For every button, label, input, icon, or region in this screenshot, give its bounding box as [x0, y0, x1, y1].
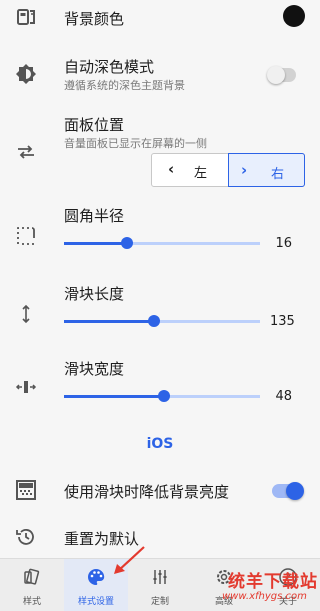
- setting-dim-background[interactable]: 使用滑块时降低背景亮度: [0, 470, 320, 510]
- slider-value: 16: [275, 236, 292, 251]
- setting-title: 滑块长度: [64, 285, 125, 303]
- setting-title: 自动深色模式: [64, 58, 155, 76]
- position-right-label: 右: [271, 167, 285, 182]
- restore-icon: [14, 525, 38, 549]
- chevron-right-icon: ›: [241, 161, 248, 179]
- auto-dark-toggle[interactable]: [267, 66, 296, 84]
- site-watermark: 统羊下载站 www.xfhygs.com: [218, 567, 318, 609]
- setting-title: 滑块宽度: [64, 360, 125, 378]
- position-right-button[interactable]: › 右: [228, 153, 305, 187]
- slider-fill: [64, 320, 155, 323]
- slider-width-slider[interactable]: [64, 390, 260, 402]
- nav-label: 样式设置: [77, 597, 114, 607]
- horizontal-resize-icon: [14, 375, 38, 399]
- setting-title: 面板位置: [64, 116, 125, 134]
- setting-auto-dark[interactable]: 自动深色模式 遵循系统的深色主题背景: [0, 50, 320, 100]
- palette-icon: [14, 5, 38, 29]
- chevron-left-icon: ‹: [168, 160, 175, 178]
- palette-icon: [86, 567, 106, 587]
- slider-length-slider[interactable]: [64, 315, 260, 327]
- position-left-label: 左: [194, 166, 208, 181]
- slider-fill: [64, 242, 127, 245]
- slider-value: 48: [275, 389, 292, 404]
- ios-style-link[interactable]: iOS: [0, 436, 320, 452]
- slider-thumb[interactable]: [157, 390, 170, 402]
- brightness-auto-icon: [14, 62, 38, 86]
- setting-slider-length: 滑块长度 135: [0, 280, 320, 340]
- setting-subtitle: 音量面板已显示在屏幕的一侧: [64, 137, 207, 150]
- gradient-icon: [14, 478, 38, 502]
- slider-thumb[interactable]: [120, 237, 133, 249]
- watermark-url: www.xfhygs.com: [222, 591, 307, 602]
- sliders-icon: [150, 567, 170, 587]
- panel-position-segmented: ‹ 左 › 右: [151, 153, 305, 187]
- rounded-corner-icon: [14, 224, 38, 248]
- watermark-text: 统羊下载站: [228, 572, 318, 592]
- slider-fill: [64, 395, 164, 398]
- nav-label: 定制: [150, 597, 169, 607]
- slider-value: 135: [270, 314, 295, 329]
- setting-title: 背景颜色: [64, 10, 125, 28]
- vertical-resize-icon: [14, 302, 38, 326]
- setting-title: 使用滑块时降低背景亮度: [64, 483, 230, 501]
- setting-background-color[interactable]: 背景颜色: [0, 0, 320, 36]
- dim-background-toggle[interactable]: [272, 482, 304, 500]
- nav-item-styles[interactable]: 样式: [0, 559, 64, 611]
- swap-horiz-icon: [14, 140, 38, 164]
- setting-corner-radius: 圆角半径 16: [0, 200, 320, 260]
- position-left-button[interactable]: ‹ 左: [152, 154, 228, 186]
- setting-subtitle: 遵循系统的深色主题背景: [64, 79, 185, 92]
- nav-label: 样式: [22, 597, 41, 607]
- styles-icon: [22, 567, 42, 587]
- slider-thumb[interactable]: [148, 315, 161, 327]
- setting-title: 圆角半径: [64, 207, 125, 225]
- setting-reset[interactable]: 重置为默认: [0, 520, 320, 554]
- corner-radius-slider[interactable]: [64, 237, 260, 249]
- color-swatch[interactable]: [283, 5, 305, 27]
- annotation-arrow-icon: [114, 546, 145, 574]
- setting-slider-width: 滑块宽度 48: [0, 355, 320, 415]
